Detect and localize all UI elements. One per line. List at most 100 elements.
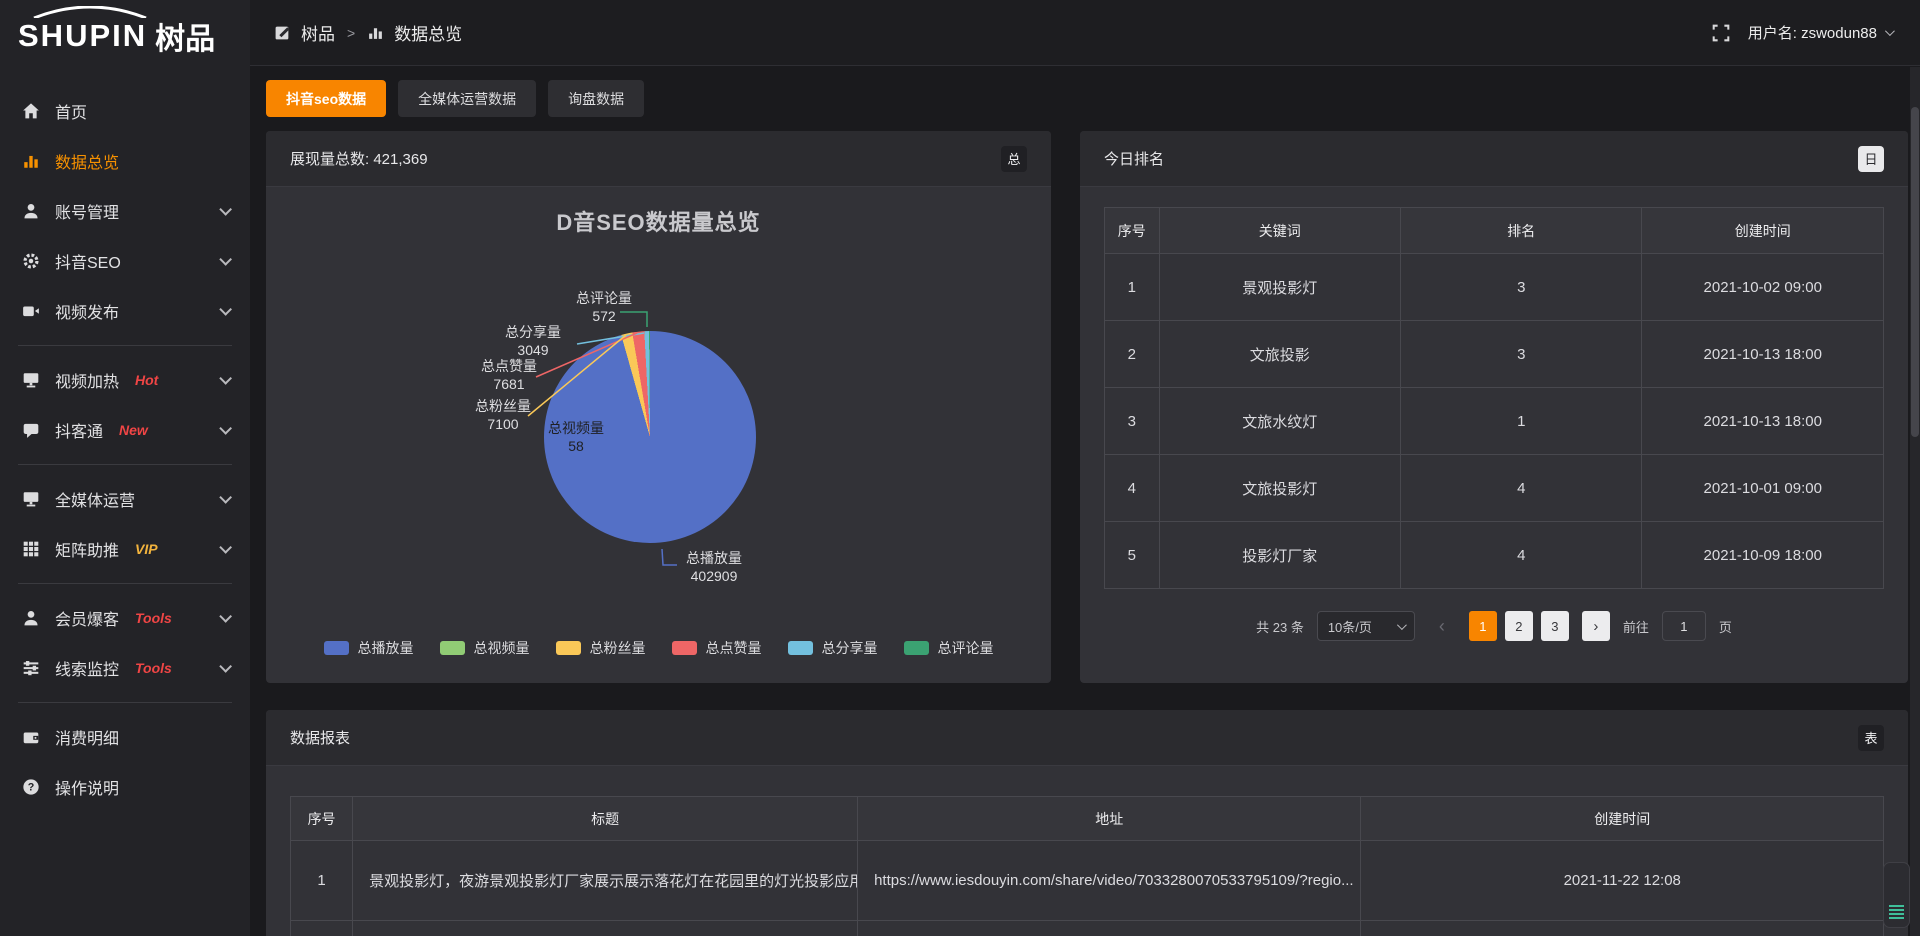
total-view-badge[interactable]: 总 <box>1001 146 1027 172</box>
sidebar-item-label: 抖音SEO <box>55 249 121 273</box>
pagination: 共 23 条 10条/页 ‹ 123 › 前往 页 <box>1080 611 1908 641</box>
sidebar-item-label: 账号管理 <box>55 199 119 223</box>
day-view-badge[interactable]: 日 <box>1858 146 1884 172</box>
legend-swatch <box>556 641 581 655</box>
fullscreen-icon[interactable] <box>1712 24 1730 42</box>
legend-item[interactable]: 总分享量 <box>788 638 878 658</box>
sidebar-item-label: 矩阵助推 <box>55 537 119 561</box>
chat-icon <box>22 421 40 439</box>
table-row[interactable]: 2文旅投影32021-10-13 18:00 <box>1105 321 1884 388</box>
panel-today-ranking: 今日排名 日 序号关键词排名创建时间 1景观投影灯32021-10-02 09:… <box>1080 131 1908 683</box>
column-header: 创建时间 <box>1361 797 1884 841</box>
topbar-right: 用户名: zswodun88 <box>1712 22 1892 43</box>
table-cell: 4 <box>1401 522 1642 589</box>
chart-title: D音SEO数据量总览 <box>266 205 1051 237</box>
sidebar-item-user[interactable]: 账号管理 <box>0 186 250 236</box>
sidebar-item-member[interactable]: 会员爆客Tools <box>0 593 250 643</box>
sidebar-divider <box>18 464 232 465</box>
username-label: 用户名: zswodun88 <box>1748 22 1877 43</box>
legend-swatch <box>904 641 929 655</box>
tab-1[interactable]: 全媒体运营数据 <box>398 80 536 117</box>
sidebar-item-label: 消费明细 <box>55 725 119 749</box>
logo: SHUPIN 树品 <box>0 0 250 72</box>
page-button-3[interactable]: 3 <box>1541 611 1569 641</box>
legend-item[interactable]: 总播放量 <box>324 638 414 658</box>
sidebar-item-sliders[interactable]: 线索监控 Tools <box>0 643 250 693</box>
sidebar-item-monitor[interactable]: 全媒体运营 <box>0 474 250 524</box>
page-button-2[interactable]: 2 <box>1505 611 1533 641</box>
sidebar-item-label: 首页 <box>55 99 87 123</box>
table-row[interactable]: 4文旅投影灯42021-10-01 09:00 <box>1105 455 1884 522</box>
legend-item[interactable]: 总粉丝量 <box>556 638 646 658</box>
table-cell: 2021-10-13 18:00 <box>1642 388 1884 455</box>
column-header: 创建时间 <box>1642 208 1884 254</box>
sidebar-nav: 首页数据总览账号管理抖音SEO视频发布视频加热Hot抖客通New全媒体运营矩阵助… <box>0 72 250 812</box>
sidebar-item-label: 视频加热 <box>55 368 119 392</box>
chevron-down-icon <box>219 491 232 504</box>
table-row[interactable]: 3文旅水纹灯12021-10-13 18:00 <box>1105 388 1884 455</box>
page-button-1[interactable]: 1 <box>1469 611 1497 641</box>
sidebar-item-home[interactable]: 首页 <box>0 86 250 136</box>
scrollbar-thumb[interactable] <box>1911 107 1919 437</box>
tab-0[interactable]: 抖音seo数据 <box>266 80 386 117</box>
table-row[interactable]: 1景观投影灯32021-10-02 09:00 <box>1105 254 1884 321</box>
sidebar-item-label: 抖客通 <box>55 418 103 442</box>
table-cell: 文旅投影 <box>1159 321 1400 388</box>
breadcrumb-root[interactable]: 树品 <box>301 20 335 45</box>
legend-item[interactable]: 总点赞量 <box>672 638 762 658</box>
legend-swatch <box>788 641 813 655</box>
report-time-cell: 2021-11-22 12:08 <box>1361 841 1884 921</box>
report-table: 序号标题地址创建时间 1 景观投影灯，夜游景观投影灯厂家展示展示落花灯在花园里的… <box>290 796 1884 936</box>
table-cell: 5 <box>1105 522 1160 589</box>
pagination-total: 共 23 条 <box>1256 617 1304 636</box>
sidebar-item-chat[interactable]: 抖客通New <box>0 405 250 455</box>
sidebar-item-question[interactable]: ?操作说明 <box>0 762 250 812</box>
chart-legend: 总播放量 总视频量 总粉丝量 总点赞量 总分享量 总评论量 <box>266 638 1051 658</box>
column-header: 关键词 <box>1159 208 1400 254</box>
impressions-total-label: 展现量总数: 421,369 <box>290 148 428 169</box>
legend-swatch <box>672 641 697 655</box>
legend-label: 总视频量 <box>474 638 530 658</box>
sidebar-item-wallet[interactable]: 消费明细 <box>0 712 250 762</box>
report-url-link[interactable]: https://www.iesdouyin.com/share/video/70… <box>858 841 1361 921</box>
table-view-badge[interactable]: 表 <box>1858 725 1884 751</box>
breadcrumb-separator: > <box>345 25 357 41</box>
tab-2[interactable]: 询盘数据 <box>548 80 644 117</box>
goto-page-input[interactable] <box>1662 611 1706 641</box>
sidebar-item-gear[interactable]: 抖音SEO <box>0 236 250 286</box>
table-cell: 2021-10-01 09:00 <box>1642 455 1884 522</box>
sidebar-item-video[interactable]: 视频发布 <box>0 286 250 336</box>
table-cell: 1 <box>1105 254 1160 321</box>
sidebar-item-tag: VIP <box>135 541 158 557</box>
pie-label-plays: 总播放量402909 <box>674 549 754 585</box>
breadcrumb: 树品 > 数据总览 <box>274 20 462 45</box>
sidebar-item-label: 线索监控 <box>55 656 119 680</box>
sidebar-item-heat[interactable]: 视频加热 Hot <box>0 355 250 405</box>
data-tabs: 抖音seo数据全媒体运营数据询盘数据 <box>266 80 644 117</box>
table-row[interactable]: 5投影灯厂家42021-10-09 18:00 <box>1105 522 1884 589</box>
sidebar-item-grid[interactable]: 矩阵助推 VIP <box>0 524 250 574</box>
seo-panel-header: 展现量总数: 421,369 总 <box>266 131 1051 187</box>
table-row[interactable]: 1 景观投影灯，夜游景观投影灯厂家展示展示落花灯在花园里的灯光投影应用效果 # … <box>291 841 1884 921</box>
chevron-down-icon <box>219 203 232 216</box>
goto-label: 前往 <box>1623 617 1649 636</box>
sidebar-item-tag: Tools <box>135 660 172 676</box>
next-page-button[interactable]: › <box>1582 611 1610 641</box>
sidebar-item-chart[interactable]: 数据总览 <box>0 136 250 186</box>
prev-page-button[interactable]: ‹ <box>1428 611 1456 641</box>
legend-item[interactable]: 总视频量 <box>440 638 530 658</box>
chevron-down-icon <box>1397 620 1407 630</box>
legend-item[interactable]: 总评论量 <box>904 638 994 658</box>
chevron-down-icon <box>219 541 232 554</box>
monitor-icon <box>22 490 40 508</box>
user-menu[interactable]: 用户名: zswodun88 <box>1748 22 1892 43</box>
floating-tool-widget[interactable] <box>1883 862 1910 928</box>
sidebar-divider <box>18 583 232 584</box>
legend-label: 总粉丝量 <box>590 638 646 658</box>
legend-swatch <box>324 641 349 655</box>
pie-label-likes: 总点赞量7681 <box>464 357 554 393</box>
scrollbar[interactable] <box>1910 67 1920 936</box>
sidebar-item-tag: Hot <box>135 372 158 388</box>
note-icon <box>274 24 291 41</box>
page-size-select[interactable]: 10条/页 <box>1317 611 1415 641</box>
